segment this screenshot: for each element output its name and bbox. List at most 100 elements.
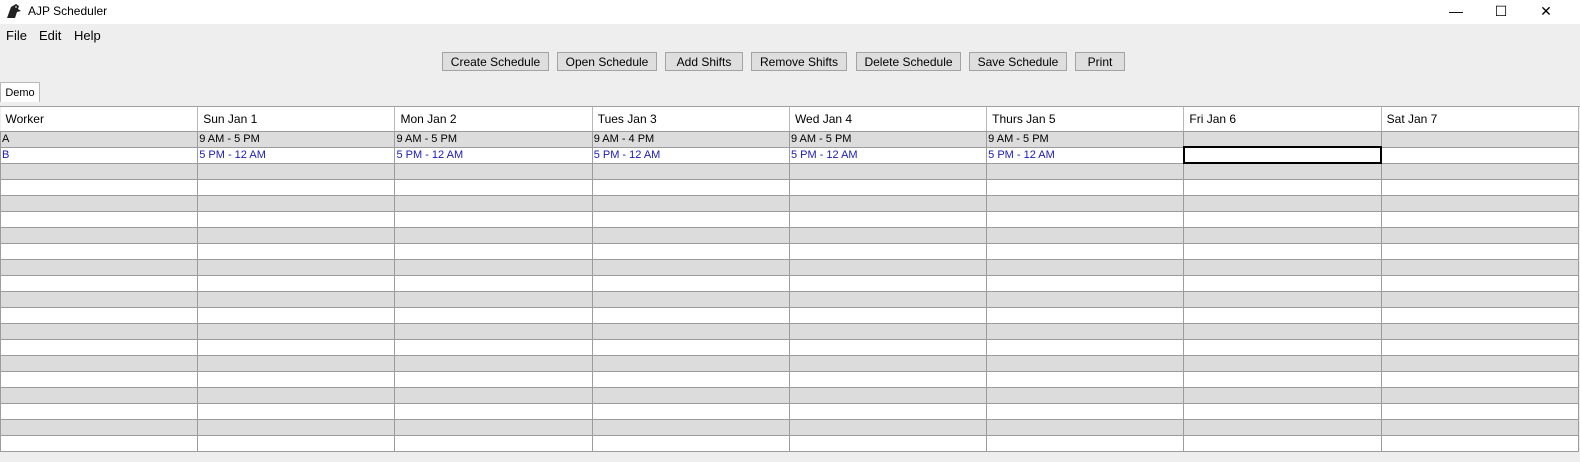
- shift-cell[interactable]: [197, 402, 396, 420]
- shift-cell[interactable]: [986, 370, 1185, 388]
- column-header-day[interactable]: Mon Jan 2: [394, 107, 593, 132]
- shift-cell[interactable]: 5 PM - 12 AM: [986, 146, 1185, 164]
- shift-cell[interactable]: [986, 194, 1185, 212]
- shift-cell[interactable]: [1183, 242, 1382, 260]
- shift-cell[interactable]: 9 AM - 5 PM: [788, 130, 988, 148]
- shift-cell[interactable]: [1183, 338, 1382, 356]
- shift-cell[interactable]: [986, 322, 1185, 340]
- shift-cell[interactable]: [986, 338, 1185, 356]
- shift-cell[interactable]: 9 AM - 5 PM: [197, 130, 396, 148]
- shift-cell[interactable]: [1183, 370, 1382, 388]
- shift-cell[interactable]: [591, 290, 790, 308]
- shift-cell[interactable]: [788, 322, 988, 340]
- shift-cell[interactable]: [197, 226, 396, 244]
- shift-cell[interactable]: [1380, 162, 1580, 180]
- shift-cell[interactable]: [1380, 338, 1580, 356]
- shift-cell[interactable]: [986, 162, 1185, 180]
- shift-cell[interactable]: [394, 370, 593, 388]
- shift-cell[interactable]: [1183, 178, 1382, 196]
- column-header-day[interactable]: Thurs Jan 5: [986, 107, 1185, 132]
- table-row[interactable]: [0, 322, 1580, 340]
- table-row[interactable]: [0, 210, 1580, 228]
- menu-file[interactable]: File: [6, 28, 27, 43]
- table-row[interactable]: [0, 274, 1580, 292]
- shift-cell[interactable]: [394, 402, 593, 420]
- column-header-worker[interactable]: Worker: [0, 107, 199, 132]
- shift-cell[interactable]: [986, 178, 1185, 196]
- shift-cell[interactable]: [591, 306, 790, 324]
- shift-cell[interactable]: [1380, 210, 1580, 228]
- shift-cell[interactable]: [788, 194, 988, 212]
- worker-cell[interactable]: [0, 290, 199, 308]
- shift-cell[interactable]: [394, 226, 593, 244]
- shift-cell[interactable]: [1183, 418, 1382, 436]
- shift-cell[interactable]: [1380, 306, 1580, 324]
- shift-cell[interactable]: [591, 242, 790, 260]
- table-row[interactable]: [0, 194, 1580, 212]
- shift-cell[interactable]: [591, 370, 790, 388]
- shift-cell[interactable]: [591, 402, 790, 420]
- worker-cell[interactable]: [0, 258, 199, 276]
- shift-cell[interactable]: [1183, 226, 1382, 244]
- worker-cell[interactable]: [0, 242, 199, 260]
- worker-cell[interactable]: [0, 162, 199, 180]
- shift-cell[interactable]: 5 PM - 12 AM: [591, 146, 790, 164]
- delete-schedule-button[interactable]: Delete Schedule: [856, 52, 961, 71]
- create-schedule-button[interactable]: Create Schedule: [442, 52, 549, 71]
- shift-cell[interactable]: [1380, 226, 1580, 244]
- shift-cell[interactable]: [197, 274, 396, 292]
- column-header-day[interactable]: Sun Jan 1: [197, 107, 396, 132]
- shift-cell[interactable]: [1183, 386, 1382, 404]
- shift-cell[interactable]: [1380, 258, 1580, 276]
- worker-cell[interactable]: [0, 434, 199, 452]
- shift-cell[interactable]: [591, 418, 790, 436]
- shift-cell[interactable]: [591, 386, 790, 404]
- shift-cell[interactable]: [788, 258, 988, 276]
- shift-cell[interactable]: [197, 178, 396, 196]
- shift-cell[interactable]: 9 AM - 5 PM: [394, 130, 593, 148]
- shift-cell[interactable]: [1183, 162, 1382, 180]
- shift-cell[interactable]: [788, 274, 988, 292]
- shift-cell[interactable]: [394, 290, 593, 308]
- shift-cell[interactable]: [1183, 354, 1382, 372]
- worker-cell[interactable]: [0, 274, 199, 292]
- shift-cell[interactable]: [986, 258, 1185, 276]
- minimize-button[interactable]: —: [1434, 0, 1478, 22]
- shift-cell[interactable]: [197, 370, 396, 388]
- worker-cell[interactable]: [0, 386, 199, 404]
- shift-cell[interactable]: [788, 386, 988, 404]
- print-button[interactable]: Print: [1075, 52, 1125, 71]
- worker-cell[interactable]: [0, 226, 199, 244]
- shift-cell[interactable]: [986, 290, 1185, 308]
- shift-cell[interactable]: [197, 434, 396, 452]
- shift-cell[interactable]: [197, 210, 396, 228]
- shift-cell[interactable]: [1380, 178, 1580, 196]
- table-row[interactable]: [0, 258, 1580, 276]
- shift-cell[interactable]: [394, 210, 593, 228]
- shift-cell[interactable]: [1183, 130, 1382, 148]
- shift-cell[interactable]: [788, 178, 988, 196]
- worker-cell[interactable]: [0, 178, 199, 196]
- shift-cell[interactable]: [788, 226, 988, 244]
- column-header-day[interactable]: Wed Jan 4: [789, 107, 988, 132]
- worker-cell[interactable]: [0, 370, 199, 388]
- shift-cell[interactable]: [1380, 402, 1580, 420]
- table-row[interactable]: [0, 178, 1580, 196]
- worker-cell[interactable]: [0, 322, 199, 340]
- shift-cell[interactable]: [591, 194, 790, 212]
- shift-cell[interactable]: [394, 194, 593, 212]
- shift-cell[interactable]: [986, 354, 1185, 372]
- shift-cell[interactable]: [394, 274, 593, 292]
- shift-cell[interactable]: [1380, 354, 1580, 372]
- shift-cell[interactable]: [986, 386, 1185, 404]
- worker-cell[interactable]: [0, 354, 199, 372]
- menu-edit[interactable]: Edit: [39, 28, 61, 43]
- shift-cell[interactable]: [197, 354, 396, 372]
- shift-cell[interactable]: [197, 418, 396, 436]
- table-row[interactable]: [0, 418, 1580, 436]
- shift-cell[interactable]: [394, 354, 593, 372]
- shift-cell[interactable]: [197, 194, 396, 212]
- shift-cell[interactable]: [197, 322, 396, 340]
- shift-cell[interactable]: [591, 274, 790, 292]
- shift-cell[interactable]: [591, 178, 790, 196]
